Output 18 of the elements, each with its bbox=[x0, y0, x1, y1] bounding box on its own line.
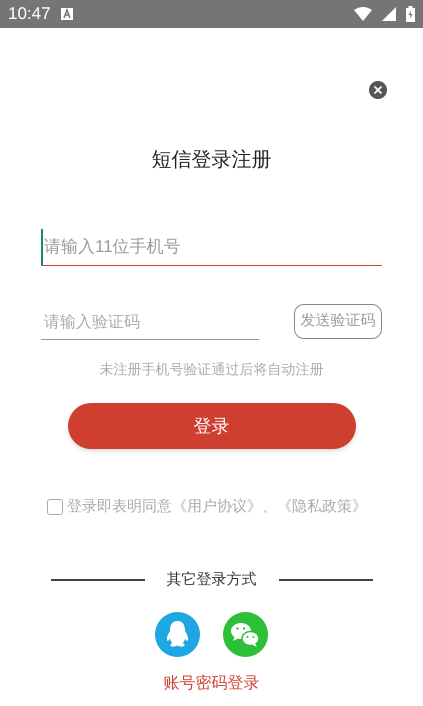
wifi-icon bbox=[354, 7, 372, 21]
close-icon[interactable] bbox=[369, 81, 387, 99]
agreement-checkbox[interactable] bbox=[47, 499, 63, 516]
phone-input-field[interactable]: 请输入11位手机号 bbox=[41, 229, 382, 266]
chat-bubbles-icon[interactable] bbox=[223, 612, 268, 657]
status-time: 10:47 bbox=[8, 3, 51, 26]
agreement-text: 登录即表明同意《用户协议》、《隐私政策》 bbox=[67, 497, 367, 517]
page-title: 短信登录注册 bbox=[152, 148, 272, 173]
register-hint: 未注册手机号验证通过后将自动注册 bbox=[100, 360, 324, 379]
notification-icon bbox=[60, 8, 73, 20]
send-code-button[interactable]: 发送验证码 bbox=[294, 304, 382, 339]
signal-icon bbox=[382, 7, 396, 21]
login-button[interactable]: 登录 bbox=[68, 403, 356, 449]
other-login-label: 其它登录方式 bbox=[166, 570, 256, 590]
password-login-link[interactable]: 账号密码登录 bbox=[164, 672, 260, 696]
code-input-field[interactable]: 请输入验证码 bbox=[41, 306, 259, 340]
penguin-icon[interactable] bbox=[155, 612, 200, 657]
battery-icon bbox=[406, 6, 415, 22]
